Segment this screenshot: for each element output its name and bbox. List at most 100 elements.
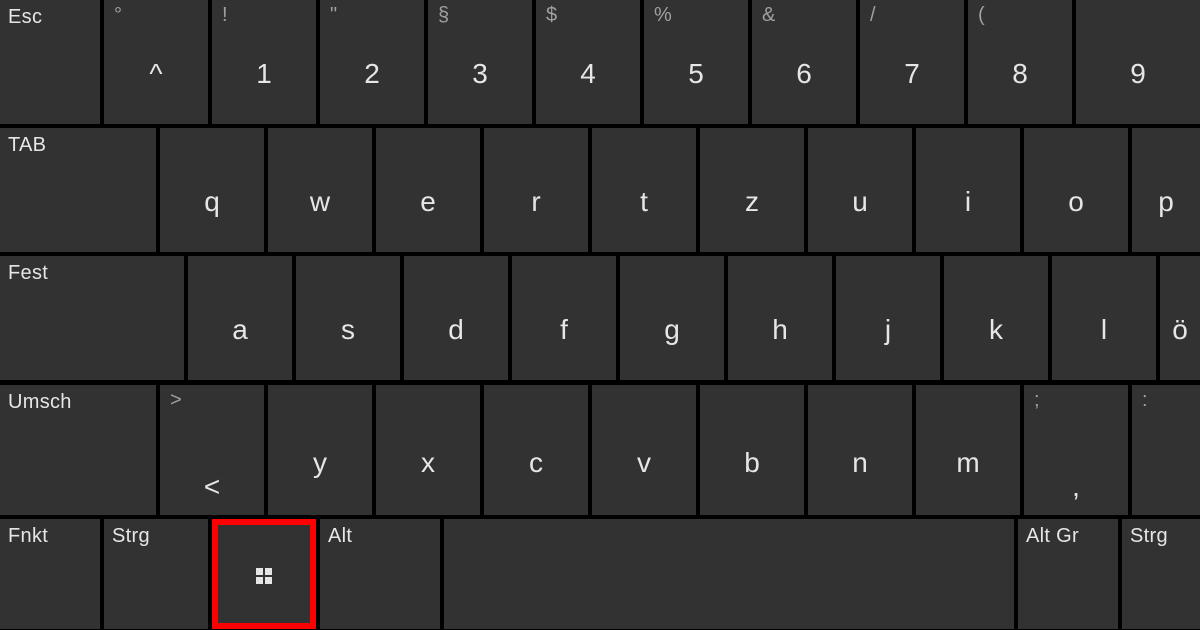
key-2[interactable]: "2 (320, 0, 424, 124)
key-main-label: h (772, 314, 788, 346)
key-y[interactable]: y (268, 385, 372, 515)
key-tab[interactable]: TAB (0, 128, 156, 252)
key-label: Alt (328, 525, 352, 548)
key-f[interactable]: f (512, 256, 616, 380)
onscreen-keyboard: Esc°^!1"2§3$4%5&6/7(89TABqwertzuiopFesta… (0, 0, 1200, 630)
key-shift-label: § (438, 4, 449, 27)
key-main-label: c (529, 447, 543, 479)
key-s[interactable]: s (296, 256, 400, 380)
key-label: Alt Gr (1026, 525, 1079, 548)
key-k[interactable]: k (944, 256, 1048, 380)
key-caps[interactable]: Fest (0, 256, 184, 380)
key-period[interactable]: : (1132, 385, 1200, 515)
key-shift-label: $ (546, 4, 557, 27)
key-d[interactable]: d (404, 256, 508, 380)
key-main-label: g (664, 314, 680, 346)
key-main-label: 9 (1130, 58, 1146, 90)
key-shift-label: ( (978, 4, 985, 27)
key-q[interactable]: q (160, 128, 264, 252)
key-c[interactable]: c (484, 385, 588, 515)
key-n[interactable]: n (808, 385, 912, 515)
key-label: Fnkt (8, 525, 48, 548)
key-shift[interactable]: Umsch (0, 385, 156, 515)
key-lt[interactable]: >< (160, 385, 264, 515)
key-main-label: 6 (796, 58, 812, 90)
key-space[interactable] (444, 519, 1014, 629)
key-4[interactable]: $4 (536, 0, 640, 124)
key-8[interactable]: (8 (968, 0, 1072, 124)
key-shift-label: ; (1034, 389, 1040, 412)
key-main-label: y (313, 447, 327, 479)
key-main-label: b (744, 447, 760, 479)
key-main-label: d (448, 314, 464, 346)
key-main-label: 3 (472, 58, 488, 90)
key-main-label: r (531, 186, 540, 218)
key-w[interactable]: w (268, 128, 372, 252)
key-main-label: z (745, 186, 759, 218)
key-main-label: 8 (1012, 58, 1028, 90)
key-win[interactable] (212, 519, 316, 629)
key-grave[interactable]: °^ (104, 0, 208, 124)
key-9[interactable]: 9 (1076, 0, 1200, 124)
key-7[interactable]: /7 (860, 0, 964, 124)
key-a[interactable]: a (188, 256, 292, 380)
key-j[interactable]: j (836, 256, 940, 380)
key-main-label: v (637, 447, 651, 479)
key-b[interactable]: b (700, 385, 804, 515)
key-main-label: a (232, 314, 248, 346)
key-label: Strg (112, 525, 150, 548)
key-g[interactable]: g (620, 256, 724, 380)
key-6[interactable]: &6 (752, 0, 856, 124)
key-shift-label: / (870, 4, 876, 27)
key-lower-label: < (204, 471, 220, 503)
key-i[interactable]: i (916, 128, 1020, 252)
key-main-label: t (640, 186, 648, 218)
key-shift-label: > (170, 389, 182, 412)
key-comma[interactable]: ;, (1024, 385, 1128, 515)
key-v[interactable]: v (592, 385, 696, 515)
key-main-label: u (852, 186, 868, 218)
key-u[interactable]: u (808, 128, 912, 252)
key-label: Fest (8, 262, 48, 285)
key-shift-label: % (654, 4, 672, 27)
key-r[interactable]: r (484, 128, 588, 252)
key-main-label: k (989, 314, 1003, 346)
key-shift-label: " (330, 4, 337, 27)
key-e[interactable]: e (376, 128, 480, 252)
key-main-label: ^ (149, 58, 162, 90)
key-main-label: s (341, 314, 355, 346)
key-alt[interactable]: Alt (320, 519, 440, 629)
windows-icon (256, 568, 272, 584)
key-main-label: f (560, 314, 568, 346)
key-main-label: o (1068, 186, 1084, 218)
key-main-label: w (310, 186, 330, 218)
key-label: Umsch (8, 391, 72, 414)
key-x[interactable]: x (376, 385, 480, 515)
key-oe[interactable]: ö (1160, 256, 1200, 380)
key-m[interactable]: m (916, 385, 1020, 515)
key-main-label: 2 (364, 58, 380, 90)
key-altgr[interactable]: Alt Gr (1018, 519, 1118, 629)
key-1[interactable]: !1 (212, 0, 316, 124)
key-5[interactable]: %5 (644, 0, 748, 124)
key-p[interactable]: p (1132, 128, 1200, 252)
key-main-label: 5 (688, 58, 704, 90)
key-main-label: x (421, 447, 435, 479)
key-o[interactable]: o (1024, 128, 1128, 252)
key-ctrl-r[interactable]: Strg (1122, 519, 1200, 629)
key-fn[interactable]: Fnkt (0, 519, 100, 629)
key-t[interactable]: t (592, 128, 696, 252)
key-main-label: 4 (580, 58, 596, 90)
key-ctrl-l[interactable]: Strg (104, 519, 208, 629)
key-z[interactable]: z (700, 128, 804, 252)
key-main-label: 1 (256, 58, 272, 90)
key-l[interactable]: l (1052, 256, 1156, 380)
key-3[interactable]: §3 (428, 0, 532, 124)
key-main-label: e (420, 186, 436, 218)
key-shift-label: ! (222, 4, 228, 27)
key-main-label: l (1101, 314, 1107, 346)
key-main-label: i (965, 186, 971, 218)
key-esc[interactable]: Esc (0, 0, 100, 124)
key-h[interactable]: h (728, 256, 832, 380)
key-main-label: n (852, 447, 868, 479)
